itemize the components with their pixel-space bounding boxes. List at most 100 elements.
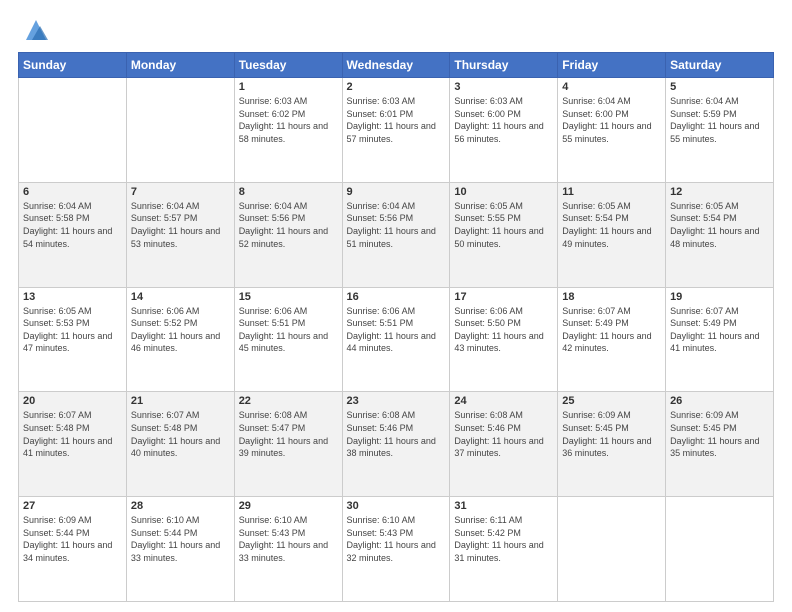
day-info: Sunrise: 6:08 AM Sunset: 5:46 PM Dayligh… — [347, 409, 446, 459]
calendar-cell: 6 Sunrise: 6:04 AM Sunset: 5:58 PM Daylig… — [19, 182, 127, 287]
day-info: Sunrise: 6:10 AM Sunset: 5:43 PM Dayligh… — [239, 514, 338, 564]
calendar-cell — [666, 497, 774, 602]
day-info: Sunrise: 6:06 AM Sunset: 5:51 PM Dayligh… — [239, 305, 338, 355]
week-row-4: 20 Sunrise: 6:07 AM Sunset: 5:48 PM Dayli… — [19, 392, 774, 497]
day-number: 22 — [239, 395, 338, 407]
day-number: 25 — [562, 395, 661, 407]
day-info: Sunrise: 6:07 AM Sunset: 5:48 PM Dayligh… — [23, 409, 122, 459]
week-row-5: 27Sunrise: 6:09 AM Sunset: 5:44 PM Dayli… — [19, 497, 774, 602]
day-number: 28 — [131, 500, 230, 512]
day-number: 10 — [454, 186, 553, 198]
day-info: Sunrise: 6:08 AM Sunset: 5:47 PM Dayligh… — [239, 409, 338, 459]
calendar-cell: 3Sunrise: 6:03 AM Sunset: 6:00 PM Daylig… — [450, 78, 558, 183]
weekday-saturday: Saturday — [666, 53, 774, 78]
calendar-cell: 17 Sunrise: 6:06 AM Sunset: 5:50 PM Dayli… — [450, 287, 558, 392]
day-info: Sunrise: 6:05 AM Sunset: 5:53 PM Dayligh… — [23, 305, 122, 355]
day-number: 14 — [131, 291, 230, 303]
calendar-cell: 25 Sunrise: 6:09 AM Sunset: 5:45 PM Dayli… — [558, 392, 666, 497]
day-info: Sunrise: 6:03 AM Sunset: 6:02 PM Dayligh… — [239, 95, 338, 145]
day-info: Sunrise: 6:10 AM Sunset: 5:44 PM Dayligh… — [131, 514, 230, 564]
calendar-cell: 27Sunrise: 6:09 AM Sunset: 5:44 PM Dayli… — [19, 497, 127, 602]
calendar-cell: 11 Sunrise: 6:05 AM Sunset: 5:54 PM Dayli… — [558, 182, 666, 287]
day-number: 1 — [239, 81, 338, 93]
weekday-sunday: Sunday — [19, 53, 127, 78]
day-number: 16 — [347, 291, 446, 303]
day-number: 11 — [562, 186, 661, 198]
calendar-cell: 22 Sunrise: 6:08 AM Sunset: 5:47 PM Dayli… — [234, 392, 342, 497]
day-number: 5 — [670, 81, 769, 93]
calendar-cell: 8 Sunrise: 6:04 AM Sunset: 5:56 PM Daylig… — [234, 182, 342, 287]
day-number: 7 — [131, 186, 230, 198]
day-info: Sunrise: 6:06 AM Sunset: 5:50 PM Dayligh… — [454, 305, 553, 355]
calendar-cell: 10Sunrise: 6:05 AM Sunset: 5:55 PM Dayli… — [450, 182, 558, 287]
day-info: Sunrise: 6:07 AM Sunset: 5:48 PM Dayligh… — [131, 409, 230, 459]
day-number: 2 — [347, 81, 446, 93]
calendar-cell: 2 Sunrise: 6:03 AM Sunset: 6:01 PM Daylig… — [342, 78, 450, 183]
day-info: Sunrise: 6:09 AM Sunset: 5:45 PM Dayligh… — [562, 409, 661, 459]
day-info: Sunrise: 6:06 AM Sunset: 5:51 PM Dayligh… — [347, 305, 446, 355]
calendar-cell: 15Sunrise: 6:06 AM Sunset: 5:51 PM Dayli… — [234, 287, 342, 392]
calendar-cell: 5 Sunrise: 6:04 AM Sunset: 5:59 PM Daylig… — [666, 78, 774, 183]
header — [18, 18, 774, 44]
day-info: Sunrise: 6:04 AM Sunset: 5:57 PM Dayligh… — [131, 200, 230, 250]
page: SundayMondayTuesdayWednesdayThursdayFrid… — [0, 0, 792, 612]
day-info: Sunrise: 6:11 AM Sunset: 5:42 PM Dayligh… — [454, 514, 553, 564]
calendar-cell: 12Sunrise: 6:05 AM Sunset: 5:54 PM Dayli… — [666, 182, 774, 287]
calendar-cell: 4 Sunrise: 6:04 AM Sunset: 6:00 PM Daylig… — [558, 78, 666, 183]
weekday-header-row: SundayMondayTuesdayWednesdayThursdayFrid… — [19, 53, 774, 78]
day-number: 19 — [670, 291, 769, 303]
weekday-wednesday: Wednesday — [342, 53, 450, 78]
calendar-cell — [19, 78, 127, 183]
day-number: 17 — [454, 291, 553, 303]
calendar-cell: 19 Sunrise: 6:07 AM Sunset: 5:49 PM Dayli… — [666, 287, 774, 392]
weekday-friday: Friday — [558, 53, 666, 78]
day-number: 26 — [670, 395, 769, 407]
calendar-cell: 7 Sunrise: 6:04 AM Sunset: 5:57 PM Daylig… — [126, 182, 234, 287]
day-info: Sunrise: 6:04 AM Sunset: 5:59 PM Dayligh… — [670, 95, 769, 145]
day-info: Sunrise: 6:04 AM Sunset: 6:00 PM Dayligh… — [562, 95, 661, 145]
calendar-cell: 1 Sunrise: 6:03 AM Sunset: 6:02 PM Daylig… — [234, 78, 342, 183]
weekday-thursday: Thursday — [450, 53, 558, 78]
calendar-cell — [558, 497, 666, 602]
day-info: Sunrise: 6:07 AM Sunset: 5:49 PM Dayligh… — [670, 305, 769, 355]
calendar-cell: 18 Sunrise: 6:07 AM Sunset: 5:49 PM Dayli… — [558, 287, 666, 392]
day-number: 6 — [23, 186, 122, 198]
day-number: 30 — [347, 500, 446, 512]
weekday-tuesday: Tuesday — [234, 53, 342, 78]
day-number: 18 — [562, 291, 661, 303]
calendar-cell: 29 Sunrise: 6:10 AM Sunset: 5:43 PM Dayli… — [234, 497, 342, 602]
logo-icon — [22, 16, 50, 44]
calendar-cell: 31 Sunrise: 6:11 AM Sunset: 5:42 PM Dayli… — [450, 497, 558, 602]
calendar-table: SundayMondayTuesdayWednesdayThursdayFrid… — [18, 52, 774, 602]
day-number: 29 — [239, 500, 338, 512]
day-info: Sunrise: 6:07 AM Sunset: 5:49 PM Dayligh… — [562, 305, 661, 355]
weekday-monday: Monday — [126, 53, 234, 78]
calendar-cell: 21Sunrise: 6:07 AM Sunset: 5:48 PM Dayli… — [126, 392, 234, 497]
day-number: 27 — [23, 500, 122, 512]
week-row-1: 1 Sunrise: 6:03 AM Sunset: 6:02 PM Daylig… — [19, 78, 774, 183]
calendar-cell: 23 Sunrise: 6:08 AM Sunset: 5:46 PM Dayli… — [342, 392, 450, 497]
day-number: 8 — [239, 186, 338, 198]
calendar-cell: 28 Sunrise: 6:10 AM Sunset: 5:44 PM Dayli… — [126, 497, 234, 602]
day-number: 4 — [562, 81, 661, 93]
day-number: 31 — [454, 500, 553, 512]
day-info: Sunrise: 6:03 AM Sunset: 6:01 PM Dayligh… — [347, 95, 446, 145]
week-row-2: 6 Sunrise: 6:04 AM Sunset: 5:58 PM Daylig… — [19, 182, 774, 287]
day-info: Sunrise: 6:04 AM Sunset: 5:56 PM Dayligh… — [239, 200, 338, 250]
calendar-cell: 26 Sunrise: 6:09 AM Sunset: 5:45 PM Dayli… — [666, 392, 774, 497]
calendar-cell: 13 Sunrise: 6:05 AM Sunset: 5:53 PM Dayli… — [19, 287, 127, 392]
calendar-cell: 14 Sunrise: 6:06 AM Sunset: 5:52 PM Dayli… — [126, 287, 234, 392]
day-number: 23 — [347, 395, 446, 407]
calendar-cell: 9Sunrise: 6:04 AM Sunset: 5:56 PM Daylig… — [342, 182, 450, 287]
calendar-cell: 30Sunrise: 6:10 AM Sunset: 5:43 PM Dayli… — [342, 497, 450, 602]
day-number: 20 — [23, 395, 122, 407]
day-info: Sunrise: 6:04 AM Sunset: 5:58 PM Dayligh… — [23, 200, 122, 250]
day-info: Sunrise: 6:05 AM Sunset: 5:54 PM Dayligh… — [670, 200, 769, 250]
day-info: Sunrise: 6:04 AM Sunset: 5:56 PM Dayligh… — [347, 200, 446, 250]
day-info: Sunrise: 6:06 AM Sunset: 5:52 PM Dayligh… — [131, 305, 230, 355]
day-info: Sunrise: 6:09 AM Sunset: 5:45 PM Dayligh… — [670, 409, 769, 459]
day-info: Sunrise: 6:08 AM Sunset: 5:46 PM Dayligh… — [454, 409, 553, 459]
day-info: Sunrise: 6:05 AM Sunset: 5:54 PM Dayligh… — [562, 200, 661, 250]
week-row-3: 13 Sunrise: 6:05 AM Sunset: 5:53 PM Dayli… — [19, 287, 774, 392]
day-number: 13 — [23, 291, 122, 303]
